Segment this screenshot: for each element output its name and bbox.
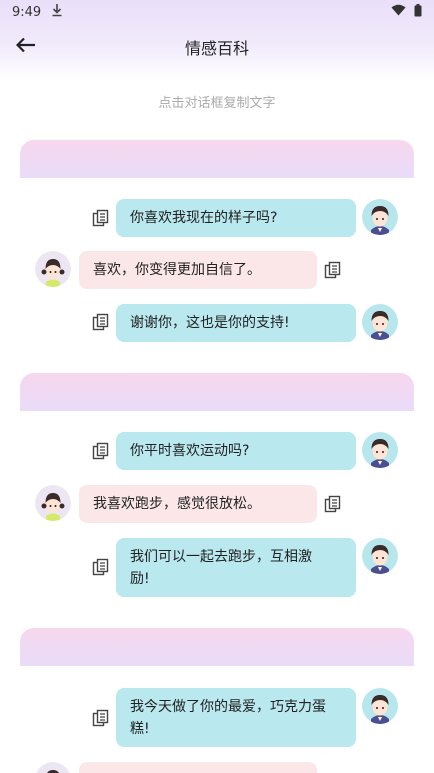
copy-icon[interactable] xyxy=(92,209,110,227)
message-text: 喜欢，你变得更加自信了。 xyxy=(93,262,261,278)
chat-bubble-right[interactable]: 我们可以一起去跑步，互相激 励! xyxy=(116,538,356,597)
chat-bubble-left[interactable]: 喜欢，你变得更加自信了。 xyxy=(79,251,317,289)
chat-bubble-right[interactable]: 你喜欢我现在的样子吗? xyxy=(116,199,356,237)
copy-icon[interactable] xyxy=(324,261,342,279)
boy-avatar xyxy=(362,688,398,724)
message-text-line: 我们可以一起去跑步，互相激 xyxy=(130,549,312,565)
download-icon xyxy=(51,3,63,21)
boy-avatar xyxy=(362,199,398,235)
message-text-line: 励! xyxy=(130,571,150,587)
message-text-line: 糕! xyxy=(130,721,150,737)
girl-avatar xyxy=(35,485,71,521)
section-header xyxy=(20,373,414,411)
message-text: 你喜欢我现在的样子吗? xyxy=(130,210,278,226)
boy-avatar xyxy=(362,304,398,340)
status-bar: 9:49 xyxy=(0,0,434,24)
status-time: 9:49 xyxy=(12,4,42,20)
message-text: 我喜欢跑步，感觉很放松。 xyxy=(93,496,261,512)
chat-bubble-left[interactable]: 我喜欢跑步，感觉很放松。 xyxy=(79,485,317,523)
message-text-line: 我今天做了你的最爱，巧克力蛋 xyxy=(130,699,326,715)
copy-icon[interactable] xyxy=(92,709,110,727)
battery-icon xyxy=(414,3,422,21)
girl-avatar xyxy=(35,251,71,287)
chat-bubble-right[interactable]: 你平时喜欢运动吗? xyxy=(116,432,356,470)
arrow-left-icon xyxy=(15,37,36,57)
chat-bubble-right[interactable]: 谢谢你，这也是你的支持! xyxy=(116,304,356,342)
section-header xyxy=(20,628,414,666)
wifi-icon xyxy=(391,4,406,20)
copy-hint: 点击对话框复制文字 xyxy=(158,96,276,111)
message-text: 谢谢你，这也是你的支持! xyxy=(130,315,290,331)
back-button[interactable] xyxy=(12,34,40,60)
page-title: 情感百科 xyxy=(184,39,249,58)
section-header xyxy=(20,140,414,178)
chat-bubble-left[interactable] xyxy=(79,762,317,773)
app-header: 情感百科 xyxy=(0,28,434,66)
chat-bubble-right[interactable]: 我今天做了你的最爱，巧克力蛋 糕! xyxy=(116,688,356,747)
copy-icon[interactable] xyxy=(92,558,110,576)
copy-icon[interactable] xyxy=(92,442,110,460)
boy-avatar xyxy=(362,432,398,468)
message-text: 你平时喜欢运动吗? xyxy=(130,443,250,459)
girl-avatar xyxy=(35,762,71,773)
boy-avatar xyxy=(362,538,398,574)
copy-icon[interactable] xyxy=(92,313,110,331)
copy-icon[interactable] xyxy=(324,495,342,513)
